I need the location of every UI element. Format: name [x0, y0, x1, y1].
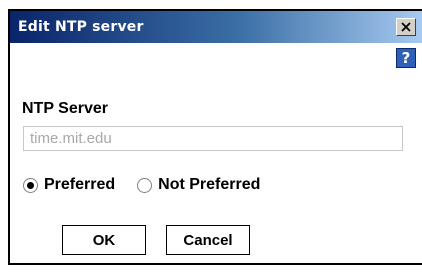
screen: Edit NTP server ? NTP Server Preferred	[0, 0, 422, 273]
radio-not-preferred-button[interactable]	[137, 177, 153, 193]
radio-not-preferred[interactable]: Not Preferred	[137, 176, 260, 194]
radio-not-preferred-label: Not Preferred	[158, 176, 261, 193]
radio-preferred[interactable]: Preferred	[23, 176, 115, 194]
dialog-body: ? NTP Server Preferred Not Preferred OK …	[10, 43, 422, 263]
help-button[interactable]: ?	[396, 48, 416, 68]
title-bar[interactable]: Edit NTP server	[10, 11, 422, 43]
preference-radio-group: Preferred Not Preferred	[23, 176, 260, 194]
help-icon: ?	[401, 49, 411, 67]
close-icon	[401, 22, 411, 32]
cancel-button-label: Cancel	[183, 231, 233, 249]
ntp-server-label: NTP Server	[22, 100, 108, 117]
ntp-server-input[interactable]	[23, 126, 403, 151]
radio-preferred-label: Preferred	[44, 176, 116, 193]
ok-button[interactable]: OK	[62, 225, 146, 255]
edit-ntp-server-dialog: Edit NTP server ? NTP Server Preferred	[8, 9, 422, 265]
radio-preferred-button[interactable]	[23, 177, 38, 193]
cancel-button[interactable]: Cancel	[166, 225, 250, 255]
close-button[interactable]	[396, 18, 416, 36]
dialog-title: Edit NTP server	[18, 19, 144, 35]
ok-button-label: OK	[92, 231, 116, 249]
